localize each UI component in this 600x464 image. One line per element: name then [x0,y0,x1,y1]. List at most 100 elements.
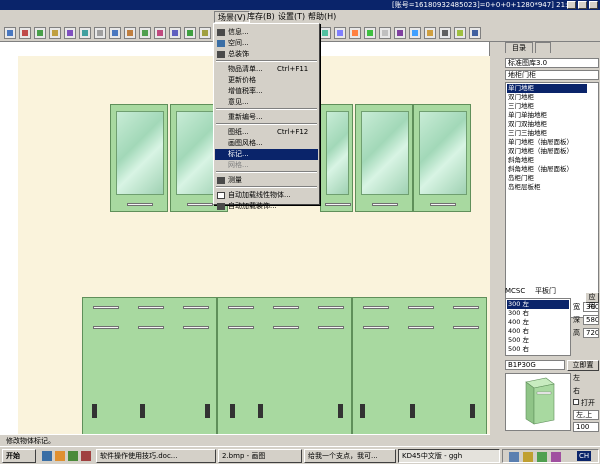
category-field[interactable]: 地柜门柜 [505,70,599,80]
menu-item-7[interactable]: 意见... [215,97,318,108]
upper-wall-cabinet[interactable] [320,104,353,212]
list-item[interactable]: 三门三抽地柜 [507,129,587,138]
menu-help[interactable]: 帮助(H) [305,11,339,23]
upper-wall-cabinet[interactable] [413,104,471,212]
toolbar-button-12[interactable] [169,27,181,39]
size-list-item[interactable]: 300 右 [507,309,569,318]
list-item[interactable]: 岛柜门柜 [507,174,587,183]
list-item[interactable]: 双门地柜 [507,93,587,102]
list-item[interactable]: 单门单抽地柜 [507,111,587,120]
list-item[interactable]: 三门地柜 [507,102,587,111]
menu-item-8[interactable]: 重新编号... [215,112,318,123]
upper-wall-cabinet[interactable] [355,104,413,212]
tab-second[interactable] [535,42,551,53]
menu-item-15[interactable]: 自动加载装饰... [215,201,318,212]
menu-library[interactable]: 库存(B) [244,11,278,23]
start-button[interactable]: 开始 [2,449,36,463]
toolbar-button-5[interactable] [64,27,76,39]
open-checkbox-icon[interactable] [573,399,579,405]
tray-ime-icon[interactable] [551,452,561,462]
list-item[interactable]: 岛柜层板柜 [507,183,587,192]
toolbar-button-11[interactable] [154,27,166,39]
toolbar-button-13[interactable] [184,27,196,39]
toolbar-button-23[interactable] [334,27,346,39]
height-field[interactable]: 720 [583,328,599,338]
taskbar-task-2[interactable]: 2.bmp - 画图 [218,449,302,463]
menu-item-10[interactable]: 画图风格... [215,138,318,149]
toolbar-button-30[interactable] [439,27,451,39]
list-item[interactable]: 双门双抽地柜 [507,120,587,129]
size-list-item[interactable]: 300 左 [507,300,569,309]
size-list-item[interactable]: 400 右 [507,327,569,336]
close-icon[interactable] [589,1,598,9]
base-cabinet[interactable] [217,297,352,445]
list-item[interactable]: 单门地柜 [507,84,587,93]
tray-volume-icon[interactable] [523,452,533,462]
maximize-icon[interactable] [578,1,587,9]
menu-item-3[interactable]: 总装饰 [215,49,318,60]
toolbar-button-6[interactable] [79,27,91,39]
toolbar-button-4[interactable] [49,27,61,39]
toolbar-button-3[interactable] [34,27,46,39]
place-button[interactable]: 立即置 [567,360,599,371]
list-item[interactable]: 斜角地柜（抽屉面板） [507,165,587,174]
toolbar-button-25[interactable] [364,27,376,39]
toolbar-button-14[interactable] [199,27,211,39]
menu-settings[interactable]: 设置(T) [275,11,308,23]
base-cabinet[interactable] [352,297,487,445]
toolbar-button-2[interactable] [19,27,31,39]
menu-item-9[interactable]: 图纸... Ctrl+F12 [215,127,318,138]
media-icon[interactable] [81,451,91,461]
menu-item-6[interactable]: 增值税率... [215,86,318,97]
menu-item-2[interactable]: 空间... [215,38,318,49]
library-field[interactable]: 标准图库3.0 [505,58,599,68]
tray-app-icon[interactable] [537,452,547,462]
toolbar-button-24[interactable] [349,27,361,39]
taskbar-task-3[interactable]: 给我一个支点，我可... [304,449,396,463]
upper-wall-cabinet[interactable] [110,104,168,212]
size-list[interactable]: 300 左 300 右 400 左 400 右 500 左 500 右 [505,298,571,356]
item-list[interactable]: 单门地柜 双门地柜 三门地柜 单门单抽地柜 双门双抽地柜 三门三抽地柜 单门地柜（抽屉面板）… [505,82,599,318]
menu-item-11[interactable]: 标记... [215,149,318,160]
toolbar-button-8[interactable] [109,27,121,39]
menu-item-14[interactable]: 自动加载线性物体... [215,190,318,201]
list-item[interactable]: 斜角地柜 [507,156,587,165]
menu-item-1[interactable]: 信息... [215,27,318,38]
title-bar: [账号=16180932485023]=0+0+0+1280*947] 21:0… [0,0,600,10]
menu-item-4[interactable]: 物品清单... Ctrl+F11 [215,64,318,75]
hinge-field[interactable]: 左,上 [573,410,599,420]
toolbar-button-22[interactable] [319,27,331,39]
depth-field[interactable]: 580 [583,315,599,325]
toolbar-button-1[interactable] [4,27,16,39]
browser-icon[interactable] [55,451,65,461]
size-list-item[interactable]: 500 左 [507,336,569,345]
base-cabinet[interactable] [82,297,217,445]
language-indicator[interactable]: CH [577,451,592,461]
open-checkbox-label[interactable]: 打开 [573,398,595,408]
list-item[interactable]: 单门地柜（抽屉面板） [507,138,587,147]
toolbar-button-29[interactable] [424,27,436,39]
tab-catalog[interactable]: 目录 [505,42,533,53]
minimize-icon[interactable] [567,1,576,9]
qty-field[interactable]: 100 [573,422,599,432]
apply-button[interactable]: 应用 [585,292,599,310]
taskbar-task-1[interactable]: 软件操作使用技巧.doc... [96,449,216,463]
model-field[interactable]: B1P30G [505,360,565,370]
toolbar-button-28[interactable] [409,27,421,39]
toolbar-button-9[interactable] [124,27,136,39]
toolbar-button-7[interactable] [94,27,106,39]
toolbar-button-10[interactable] [139,27,151,39]
menu-item-13[interactable]: 测量 [215,175,318,186]
menu-item-5[interactable]: 更新价格 [215,75,318,86]
tray-network-icon[interactable] [509,452,519,462]
taskbar-task-4[interactable]: KD45中文版 - ggh [398,449,500,463]
explorer-icon[interactable] [68,451,78,461]
toolbar-button-32[interactable] [469,27,481,39]
list-item[interactable]: 双门地柜（抽屉面板） [507,147,587,156]
size-list-item[interactable]: 500 右 [507,345,569,354]
toolbar-button-31[interactable] [454,27,466,39]
toolbar-button-26[interactable] [379,27,391,39]
desktop-icon[interactable] [42,451,52,461]
size-list-item[interactable]: 400 左 [507,318,569,327]
toolbar-button-27[interactable] [394,27,406,39]
